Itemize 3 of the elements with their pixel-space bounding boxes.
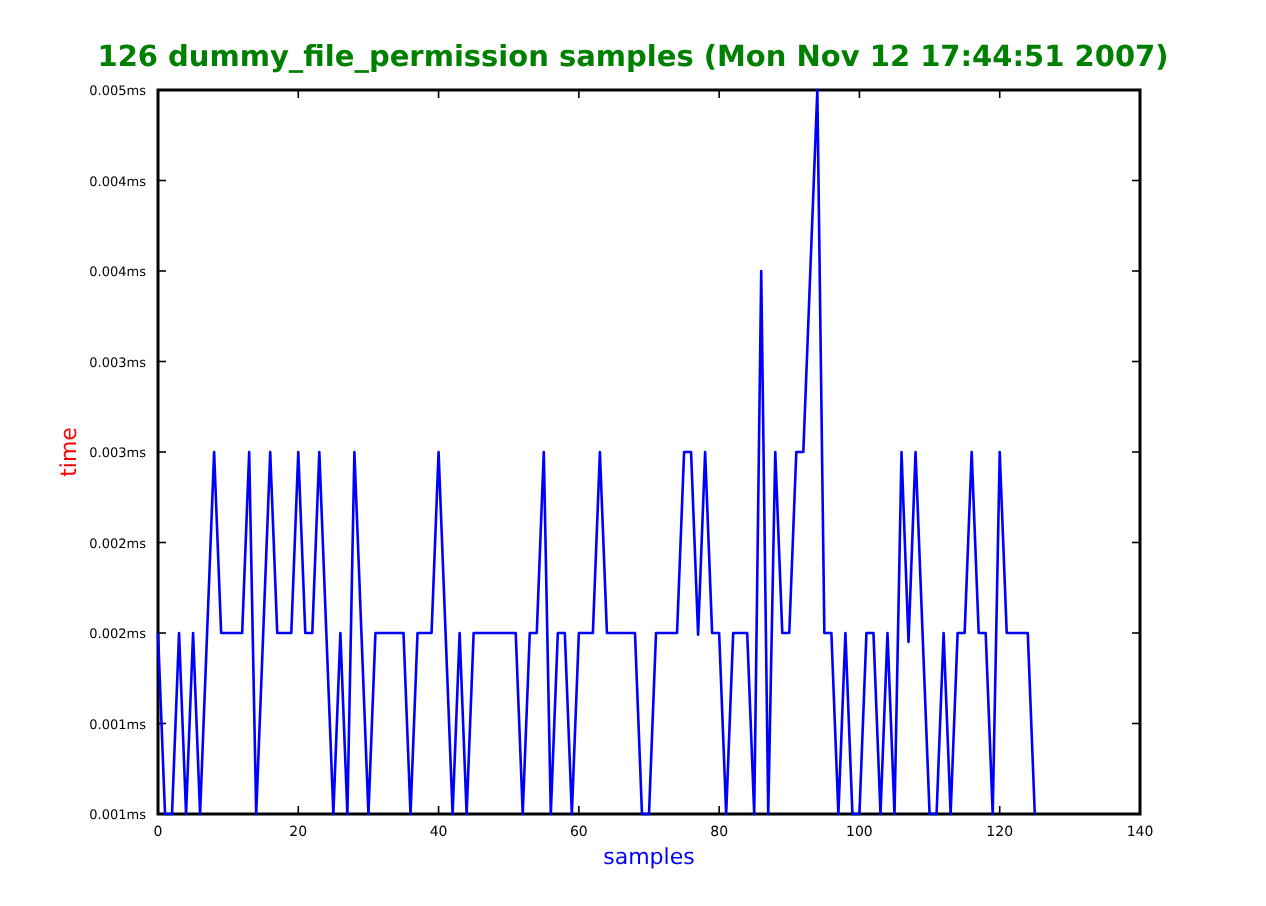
x-axis-label: samples [603,844,695,870]
chart-title: 126 dummy_file_permission samples (Mon Nov 12 17:44:51 2007) [97,40,1169,76]
y-axis-label: time [56,427,82,477]
